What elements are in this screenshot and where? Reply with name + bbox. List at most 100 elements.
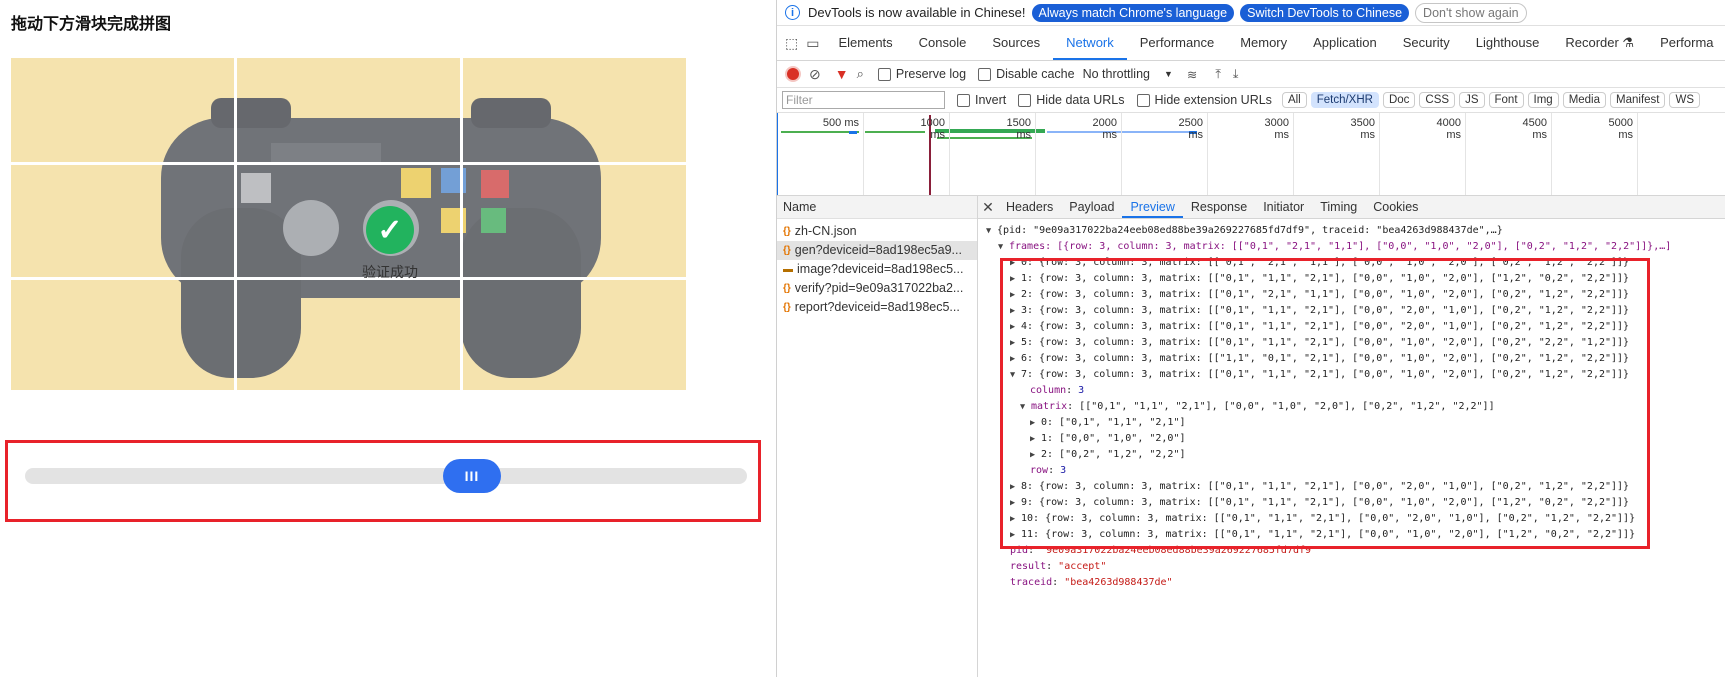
filter-icon[interactable]: ▼ [835, 66, 849, 82]
network-conditions-icon[interactable]: ≋ [1187, 67, 1197, 82]
tab-security[interactable]: Security [1390, 26, 1463, 60]
detail-tab-response[interactable]: Response [1183, 196, 1255, 218]
tab-list: Elements Console Sources Network Performance… [825, 26, 1725, 60]
detail-tab-cookies[interactable]: Cookies [1365, 196, 1426, 218]
tab-network[interactable]: Network [1053, 26, 1127, 60]
tab-performa[interactable]: Performa [1647, 26, 1725, 60]
detail-tab-payload[interactable]: Payload [1061, 196, 1122, 218]
tab-memory[interactable]: Memory [1227, 26, 1300, 60]
request-row[interactable]: {} gen?deviceid=8ad198ec5a9... [777, 241, 977, 260]
timeline-bar [781, 131, 859, 133]
network-timeline[interactable]: 500 ms 1000 ms 1500 ms 2000 ms 2500 ms 3000 m… [777, 113, 1725, 196]
timeline-label: 2500 ms [1178, 117, 1203, 141]
hide-extension-urls-checkbox[interactable]: Hide extension URLs [1136, 93, 1272, 107]
search-icon[interactable]: ⌕ [857, 66, 864, 82]
resource-type-filters: All Fetch/XHR Doc CSS JS Font Img Media Manifest… [1278, 92, 1701, 108]
timeline-gridline [1551, 113, 1552, 195]
tab-sources[interactable]: Sources [979, 26, 1053, 60]
checkbox-icon [877, 67, 891, 81]
puzzle-tile [237, 58, 460, 162]
timeline-gridline [1121, 113, 1122, 195]
tab-elements[interactable]: Elements [825, 26, 905, 60]
detail-tab-timing[interactable]: Timing [1312, 196, 1365, 218]
preserve-log-label: Preserve log [895, 67, 967, 81]
export-har-icon[interactable]: ⤓ [1233, 67, 1239, 82]
puzzle-tile [237, 280, 460, 390]
type-filter-manifest[interactable]: Manifest [1610, 92, 1666, 108]
device-toolbar-icon[interactable]: ▭ [806, 34, 819, 52]
timeline-gridline [1293, 113, 1294, 195]
slider-track[interactable] [25, 468, 747, 484]
request-row[interactable]: {} zh-CN.json [777, 222, 977, 241]
filter-bar: Filter Invert Hide data URLs Hide extens… [777, 88, 1725, 113]
success-indicator: ✓ 验证成功 [340, 206, 440, 282]
slider-handle[interactable]: III [443, 459, 501, 493]
grip-icon: III [464, 468, 480, 484]
json-result-line: result: "accept" [1010, 561, 1107, 572]
devtools-tabbar: ⬚ ▭ Elements Console Sources Network Perform… [777, 26, 1725, 61]
request-name: report?deviceid=8ad198ec5... [794, 300, 960, 314]
timeline-label: 4000 ms [1436, 117, 1461, 141]
disable-cache-checkbox[interactable]: Disable cache [978, 67, 1075, 81]
network-toolbar: ⊘ ▼ ⌕ Preserve log Disable cache No thro… [777, 61, 1725, 88]
type-filter-js[interactable]: JS [1459, 92, 1485, 108]
timeline-label: 4500 ms [1522, 117, 1547, 141]
xhr-file-icon: {} [783, 302, 791, 313]
tab-recorder[interactable]: Recorder ⚗ [1552, 26, 1647, 60]
import-har-icon[interactable]: ⤒ [1215, 67, 1221, 82]
tab-lighthouse[interactable]: Lighthouse [1463, 26, 1553, 60]
expand-triangle-icon: ▼ [998, 242, 1004, 252]
close-icon[interactable]: ✕ [978, 199, 998, 216]
detail-tab-headers[interactable]: Headers [998, 196, 1061, 218]
clear-icon[interactable]: ⊘ [809, 66, 821, 83]
tab-application[interactable]: Application [1300, 26, 1390, 60]
name-column-header[interactable]: Name [777, 196, 977, 219]
type-filter-fetchxhr[interactable]: Fetch/XHR [1310, 92, 1379, 108]
tab-console[interactable]: Console [906, 26, 980, 60]
request-row[interactable]: {} verify?pid=9e09a317022ba2... [777, 279, 977, 298]
xhr-file-icon: {} [783, 226, 791, 237]
timeline-start-marker [777, 113, 778, 195]
type-filter-img[interactable]: Img [1527, 92, 1559, 108]
inspect-element-icon[interactable]: ⬚ [785, 34, 798, 52]
match-language-button[interactable]: Always match Chrome's language [1031, 3, 1235, 22]
detail-tab-preview[interactable]: Preview [1122, 196, 1183, 218]
dont-show-again-button[interactable]: Don't show again [1415, 2, 1527, 23]
type-filter-ws[interactable]: WS [1669, 92, 1701, 108]
request-list: Name {} zh-CN.json{} gen?deviceid=8ad198ec… [777, 196, 978, 677]
type-filter-all[interactable]: All [1281, 92, 1307, 108]
timeline-label: 3500 ms [1350, 117, 1375, 141]
puzzle-tile [11, 58, 234, 162]
checkbox-icon [1136, 93, 1150, 107]
json-frames-line[interactable]: ▼ frames: [{row: 3, column: 3, matrix: [[… [978, 239, 1725, 255]
page-title: 拖动下方滑块完成拼图 [11, 16, 172, 33]
type-filter-doc[interactable]: Doc [1382, 92, 1416, 108]
throttling-select[interactable]: No throttling ▼ [1083, 67, 1173, 81]
timeline-gridline [1379, 113, 1380, 195]
type-filter-media[interactable]: Media [1562, 92, 1607, 108]
preserve-log-checkbox[interactable]: Preserve log [877, 67, 967, 81]
timeline-gridline [1035, 113, 1036, 195]
type-filter-font[interactable]: Font [1488, 92, 1524, 108]
record-icon[interactable] [785, 66, 801, 82]
timeline-gridline [949, 113, 950, 195]
tab-performance[interactable]: Performance [1127, 26, 1227, 60]
check-icon: ✓ [366, 206, 414, 254]
timeline-gridline [1207, 113, 1208, 195]
frames-highlight-box [1000, 258, 1650, 549]
switch-chinese-button[interactable]: Switch DevTools to Chinese [1240, 3, 1410, 22]
type-filter-css[interactable]: CSS [1419, 92, 1456, 108]
success-text: 验证成功 [362, 264, 418, 280]
detail-tab-initiator[interactable]: Initiator [1255, 196, 1312, 218]
json-root-line[interactable]: ▼ {pid: "9e09a317022ba24eeb08ed88be39a269… [978, 223, 1725, 239]
timeline-gridline [1637, 113, 1638, 195]
hide-data-urls-checkbox[interactable]: Hide data URLs [1018, 93, 1125, 107]
detail-tabbar: ✕ Headers Payload Preview Response Initiator… [978, 196, 1725, 219]
timeline-label: 5000 ms [1608, 117, 1633, 141]
invert-checkbox[interactable]: Invert [957, 93, 1006, 107]
request-row[interactable]: ▬ image?deviceid=8ad198ec5... [777, 260, 977, 279]
request-name: zh-CN.json [794, 224, 857, 238]
request-row[interactable]: {} report?deviceid=8ad198ec5... [777, 298, 977, 317]
hide-data-urls-label: Hide data URLs [1036, 93, 1125, 107]
filter-input[interactable]: Filter [782, 91, 945, 109]
